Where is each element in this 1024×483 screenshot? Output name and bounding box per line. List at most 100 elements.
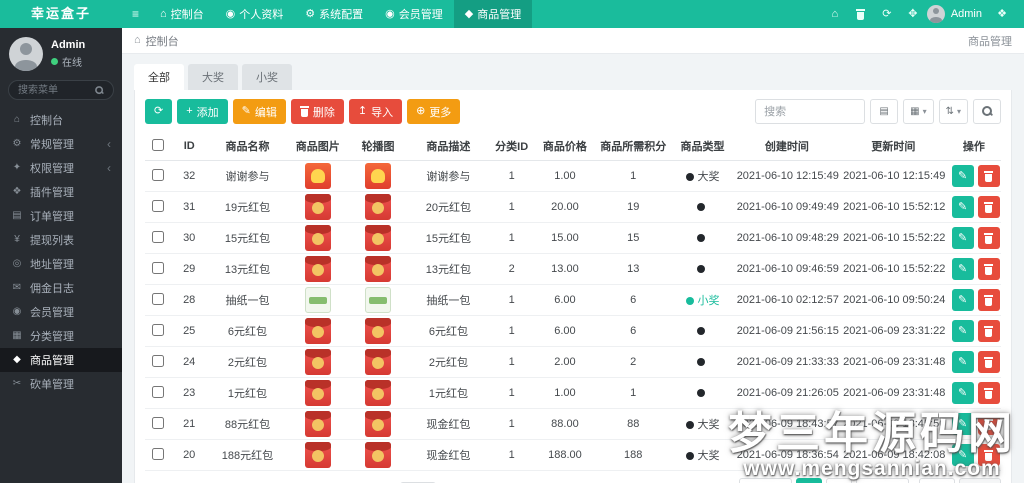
select-all-checkbox[interactable] xyxy=(152,138,165,151)
sidebar-item-auth[interactable]: ✦ 权限管理 ‹ xyxy=(0,156,122,180)
edit-button[interactable]: ✎ xyxy=(951,382,974,404)
row-checkbox[interactable] xyxy=(152,416,165,429)
sidebar-item-address[interactable]: ◎ 地址管理 xyxy=(0,252,122,276)
topnav-item-dashboard[interactable]: ⌂ 控制台 xyxy=(149,0,215,28)
page-2-button[interactable]: 2 xyxy=(825,478,852,483)
sidebar-item-plugin[interactable]: ❖ 插件管理 xyxy=(0,180,122,204)
page-1-button[interactable]: 1 xyxy=(795,478,822,483)
cell-type: 大奖 xyxy=(671,439,734,471)
fullscreen-button[interactable]: ✥ xyxy=(901,0,925,28)
edit-button[interactable]: ✎ xyxy=(951,258,974,280)
search-button[interactable] xyxy=(973,99,1001,124)
sidebar-item-category[interactable]: ▦ 分类管理 xyxy=(0,324,122,348)
navbar-avatar[interactable] xyxy=(926,5,945,23)
table-row: 30 15元红包 15元红包 1 15.00 15 2021-06-10 09:48:29 2… xyxy=(145,222,1001,254)
topnav-item-member[interactable]: ◉ 会员管理 xyxy=(374,0,454,28)
gear-icon: ⚙ xyxy=(12,138,22,149)
tab-small-prize[interactable]: 小奖 xyxy=(242,64,292,90)
row-checkbox[interactable] xyxy=(152,168,165,181)
brand-title[interactable]: 幸运盒子 xyxy=(0,0,122,28)
add-button[interactable]: + 添加 xyxy=(177,99,228,124)
type-dot xyxy=(696,234,705,243)
table-search-input[interactable] xyxy=(755,99,866,124)
trash-button[interactable] xyxy=(849,0,873,28)
jump-page-input[interactable] xyxy=(919,478,955,483)
delete-button[interactable] xyxy=(977,382,1000,404)
breadcrumb-home[interactable]: 控制台 xyxy=(146,33,179,49)
cell-type xyxy=(671,253,734,285)
cell-actions: ✎ xyxy=(946,377,1001,409)
row-checkbox[interactable] xyxy=(152,447,165,460)
sort-button[interactable]: ⇅ ▾ xyxy=(938,99,968,124)
button-label: 导入 xyxy=(371,106,394,119)
import-button[interactable]: ↥ 导入 xyxy=(348,99,403,124)
edit-button[interactable]: ✎ xyxy=(951,444,974,466)
delete-button[interactable] xyxy=(977,258,1000,280)
row-checkbox[interactable] xyxy=(152,385,165,398)
carousel-image xyxy=(365,442,392,468)
sidebar-item-label: 商品管理 xyxy=(30,355,74,367)
cell-points: 188 xyxy=(595,439,672,471)
cell-image xyxy=(287,408,348,440)
plugin-button[interactable]: ❖ xyxy=(990,0,1014,28)
cell-category-id: 1 xyxy=(488,408,535,440)
row-checkbox[interactable] xyxy=(152,323,165,336)
jump-button[interactable]: 跳转 xyxy=(959,478,1001,483)
delete-button[interactable] xyxy=(977,289,1000,311)
next-page-button[interactable]: 下一页 xyxy=(856,478,909,483)
topnav-item-goods[interactable]: ◆ 商品管理 xyxy=(453,0,533,28)
cell-created: 2021-06-09 21:33:33 xyxy=(733,346,841,378)
cell-category-id: 1 xyxy=(488,315,535,347)
row-checkbox[interactable] xyxy=(152,230,165,243)
edit-button[interactable]: ✎ xyxy=(951,351,974,373)
edit-button[interactable]: ✎ xyxy=(951,196,974,218)
sidebar-item-goods[interactable]: ◆ 商品管理 xyxy=(0,348,122,372)
topnav-item-profile[interactable]: ◉ 个人资料 xyxy=(215,0,295,28)
cell-actions: ✎ xyxy=(946,191,1001,223)
cell-price: 1.00 xyxy=(534,377,596,409)
edit-button[interactable]: ✎ xyxy=(951,413,974,435)
grid-button[interactable]: ▦ ▾ xyxy=(903,99,934,124)
sidebar-menu: ⌂ 控制台 ⚙ 常规管理 ‹ ✦ 权限管理 ‹ ❖ 插件管理 ▤ 订单管理 ¥ 提现列表 ◎ 地址管理 ✉ 佣金日… xyxy=(0,108,122,483)
sidebar-username: Admin xyxy=(51,39,86,51)
delete-button[interactable] xyxy=(977,413,1000,435)
panel-button[interactable]: ▤ xyxy=(870,99,899,124)
refresh-button[interactable]: ⟳ xyxy=(145,99,173,124)
edit-button[interactable]: ✎ xyxy=(951,320,974,342)
tab-big-prize[interactable]: 大奖 xyxy=(188,64,238,90)
tab-all[interactable]: 全部 xyxy=(134,64,184,90)
delete-button[interactable] xyxy=(977,351,1000,373)
home-button[interactable]: ⌂ xyxy=(823,0,847,28)
delete-button[interactable] xyxy=(977,196,1000,218)
grid-icon: ▦ xyxy=(910,105,920,117)
delete-button[interactable] xyxy=(977,227,1000,249)
bargain-icon: ✂ xyxy=(12,378,22,389)
topnav-item-config[interactable]: ⚙ 系统配置 xyxy=(294,0,374,28)
delete-button[interactable]: 删除 xyxy=(290,99,344,124)
sidebar-item-order[interactable]: ▤ 订单管理 xyxy=(0,204,122,228)
edit-button[interactable]: ✎ xyxy=(951,227,974,249)
edit-button[interactable]: ✎ xyxy=(951,165,974,187)
navbar-username[interactable]: Admin xyxy=(951,8,982,20)
product-image xyxy=(304,256,331,282)
sidebar-toggle-button[interactable]: ≡ xyxy=(122,0,149,28)
more-button[interactable]: ⊕ 更多 xyxy=(407,99,461,124)
row-checkbox[interactable] xyxy=(152,199,165,212)
refresh-button[interactable]: ⟳ xyxy=(875,0,899,28)
sidebar-item-withdraw[interactable]: ¥ 提现列表 xyxy=(0,228,122,252)
sidebar-item-bargain[interactable]: ✂ 砍单管理 xyxy=(0,372,122,396)
sidebar-item-commission[interactable]: ✉ 佣金日志 xyxy=(0,276,122,300)
edit-button[interactable]: ✎ 编辑 xyxy=(232,99,286,124)
sidebar-item-dashboard[interactable]: ⌂ 控制台 xyxy=(0,108,122,132)
row-checkbox[interactable] xyxy=(152,354,165,367)
delete-button[interactable] xyxy=(977,444,1000,466)
delete-button[interactable] xyxy=(977,165,1000,187)
prev-page-button[interactable]: 上一页 xyxy=(738,478,792,483)
row-checkbox[interactable] xyxy=(152,261,165,274)
sidebar-item-gear[interactable]: ⚙ 常规管理 ‹ xyxy=(0,132,122,156)
edit-button[interactable]: ✎ xyxy=(951,289,974,311)
topnav-right: ⌂ ⟳ ✥ Admin ❖ xyxy=(823,0,1024,28)
row-checkbox[interactable] xyxy=(152,292,165,305)
delete-button[interactable] xyxy=(977,320,1000,342)
sidebar-item-member[interactable]: ◉ 会员管理 xyxy=(0,300,122,324)
